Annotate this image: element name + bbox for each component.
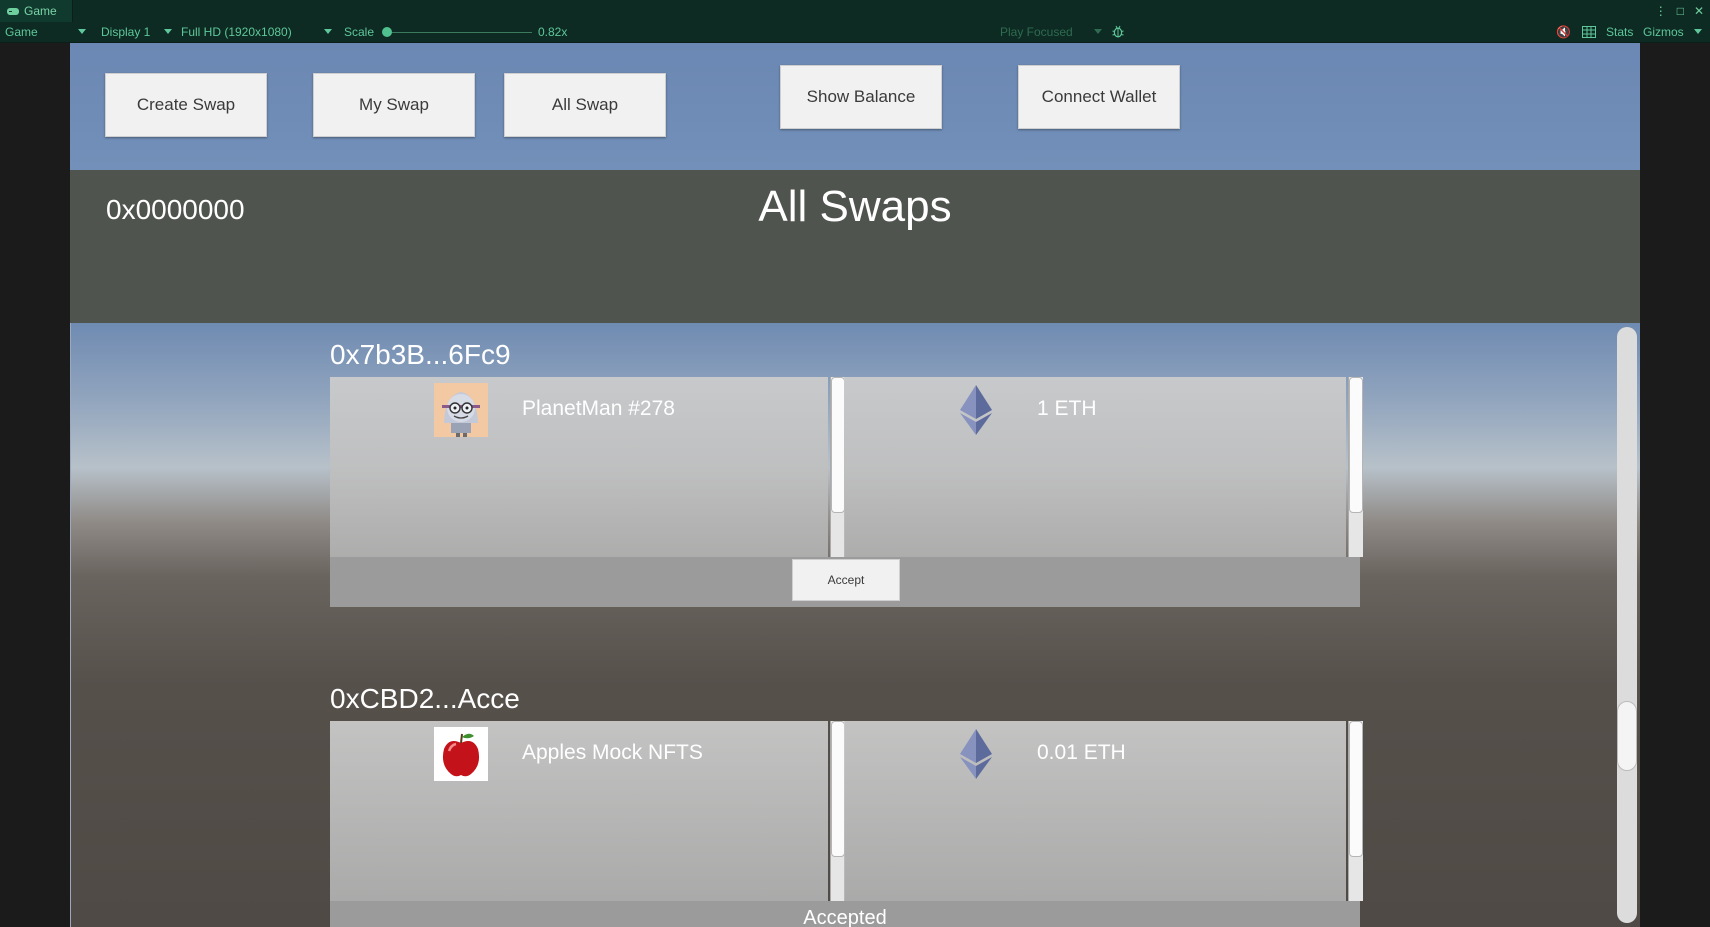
swap-card-footer: Accept [330,557,1360,607]
create-swap-button[interactable]: Create Swap [105,73,267,137]
scale-label: Scale [344,25,375,39]
swap-card: 0x7b3B...6Fc9 PlanetMan #278 1 ETH Accep… [330,339,1363,619]
more-options-icon[interactable]: ⋮ [1655,4,1667,18]
chevron-down-icon[interactable] [324,29,332,34]
display-dropdown[interactable]: Display 1 [101,22,150,42]
letterbox-right [1640,43,1710,927]
editor-tab-bar: Game ⋮ □ ✕ [0,0,1710,23]
offered-items-scrollbar[interactable] [830,377,845,557]
scrollbar-handle[interactable] [1349,377,1363,513]
scrollbar-handle[interactable] [831,377,845,513]
tab-game[interactable]: Game [0,0,73,22]
my-swap-label: My Swap [359,95,429,114]
swap-owner-address: 0xCBD2...Acce [330,683,520,714]
connect-wallet-button[interactable]: Connect Wallet [1018,65,1180,129]
top-navigation-bar: Create Swap My Swap All Swap Show Balanc… [70,43,1640,170]
swap-card: 0xCBD2...Acce Apples Mock NFTS 0.01 ETH … [330,683,1363,927]
page-header: 0x0000000 All Swaps [70,170,1640,323]
requested-items-panel: 0.01 ETH [844,721,1346,901]
accept-button[interactable]: Accept [792,559,900,601]
scale-slider-track[interactable] [386,32,532,33]
offered-item-name: Apples Mock NFTS [522,741,703,764]
create-swap-label: Create Swap [136,95,236,114]
accept-label: Accept [827,573,865,587]
requested-items-panel: 1 ETH [844,377,1346,557]
swap-list[interactable]: 0x7b3B...6Fc9 PlanetMan #278 1 ETH Accep… [70,323,1640,927]
swap-status: Accepted [803,907,887,927]
ethereum-icon [960,385,992,435]
offered-items-panel: PlanetMan #278 [330,377,828,557]
page-title: All Swaps [758,182,952,231]
scale-value: 0.82x [538,25,568,39]
grid-icon[interactable] [1582,26,1596,38]
ethereum-icon [960,729,992,779]
tab-game-label: Game [24,4,57,18]
requested-items-scrollbar[interactable] [1348,721,1363,901]
resolution-dropdown-label: Full HD (1920x1080) [181,25,292,39]
gizmos-button[interactable]: Gizmos [1643,22,1684,42]
chevron-down-icon[interactable] [78,29,86,34]
requested-amount: 0.01 ETH [1037,741,1126,764]
show-balance-label: Show Balance [806,87,916,106]
offered-item-name: PlanetMan #278 [522,397,675,420]
chevron-down-icon[interactable] [1094,29,1102,34]
connect-wallet-label: Connect Wallet [1041,87,1157,106]
scale-slider-handle[interactable] [382,27,392,37]
gamepad-icon [7,8,19,15]
offered-items-panel: Apples Mock NFTS [330,721,828,901]
requested-amount: 1 ETH [1037,397,1097,420]
swap-owner-address: 0x7b3B...6Fc9 [330,339,511,370]
offered-items-scrollbar[interactable] [830,721,845,901]
planetman-nft-thumbnail [434,383,488,437]
resolution-dropdown[interactable]: Full HD (1920x1080) [181,22,292,42]
red-apple-thumbnail [434,727,488,781]
all-swap-label: All Swap [551,95,619,114]
play-mode-dropdown[interactable]: Play Focused [1000,22,1073,42]
play-mode-label: Play Focused [1000,25,1073,39]
mute-audio-icon[interactable]: 🔇 [1556,22,1571,42]
close-icon[interactable]: ✕ [1694,4,1704,18]
view-dropdown[interactable]: Game [5,22,38,42]
game-view-toolbar: Game Display 1 Full HD (1920x1080) Scale… [0,22,1710,43]
display-dropdown-label: Display 1 [101,25,151,39]
scrollbar-handle[interactable] [1617,701,1637,771]
bug-icon[interactable] [1112,25,1124,38]
letterbox-left [0,43,70,927]
stats-button[interactable]: Stats [1606,22,1633,42]
chevron-down-icon[interactable] [1694,29,1702,34]
swap-list-scrollbar[interactable] [1617,327,1637,923]
swap-card-footer: Accepted [330,901,1360,927]
scrollbar-handle[interactable] [1349,721,1363,857]
show-balance-button[interactable]: Show Balance [780,65,942,129]
window-controls: ⋮ □ ✕ [1655,0,1704,22]
game-viewport: Create Swap My Swap All Swap Show Balanc… [70,43,1640,927]
maximize-icon[interactable]: □ [1677,4,1684,18]
requested-items-scrollbar[interactable] [1348,377,1363,557]
all-swap-button[interactable]: All Swap [504,73,666,137]
view-dropdown-label: Game [5,25,38,39]
my-swap-button[interactable]: My Swap [313,73,475,137]
scrollbar-handle[interactable] [831,721,845,857]
chevron-down-icon[interactable] [164,29,172,34]
